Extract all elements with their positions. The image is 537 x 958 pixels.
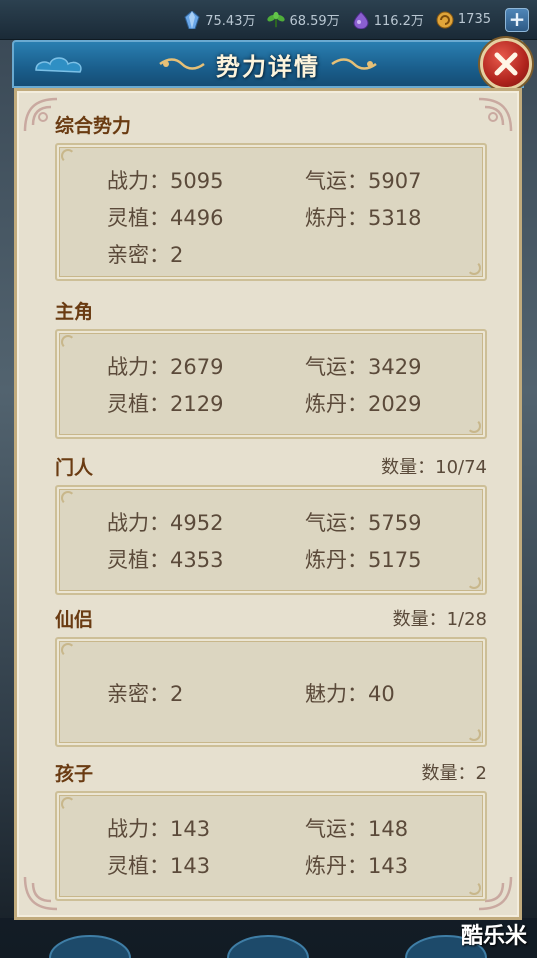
stat-combat: 战力：5095: [107, 168, 224, 193]
dialog-title-bar: 势力详情: [12, 40, 524, 88]
stats-box: 战力：5095 气运：5907 灵植：4496 炼丹：5318 亲密：2: [55, 143, 487, 281]
stat-alchemy: 炼丹：5318: [305, 205, 422, 230]
section-count: 数量：2: [421, 763, 487, 784]
section-protagonist: 主角 战力：2679 气运：3429 灵植：2129 炼丹：2029: [55, 297, 487, 439]
section-overall: 综合势力 战力：5095 气运：5907 灵植：4496 炼丹：5318 亲密：…: [55, 111, 487, 281]
herb-icon: [267, 11, 286, 29]
section-count: 数量：10/74: [381, 457, 487, 478]
add-resource-button[interactable]: +: [505, 7, 529, 32]
section-title: 仙侣: [55, 608, 94, 631]
close-icon: [494, 52, 518, 76]
close-button[interactable]: [480, 38, 532, 90]
resource-coin: 1735: [436, 11, 491, 29]
crystal-amount: 75.43万: [205, 14, 256, 29]
stat-combat: 战力：2679: [107, 354, 224, 379]
spirit-orb-icon: [352, 10, 370, 29]
details-panel: 综合势力 战力：5095 气运：5907 灵植：4496 炼丹：5318 亲密：…: [14, 88, 522, 920]
bottom-nav-hint: [49, 935, 487, 958]
stat-combat: 战力：143: [107, 816, 211, 841]
stats-box: 亲密：2 魅力：40: [55, 637, 487, 747]
section-title: 主角: [55, 300, 94, 323]
section-title: 综合势力: [55, 114, 132, 137]
stat-combat: 战力：4952: [107, 510, 224, 535]
herb-amount: 68.59万: [289, 14, 340, 29]
stats-box: 战力：2679 气运：3429 灵植：2129 炼丹：2029: [55, 329, 487, 439]
left-scroll-ornament-icon: [159, 58, 205, 70]
stat-charm: 魅力：40: [305, 681, 395, 706]
stat-alchemy: 炼丹：143: [305, 853, 409, 878]
stats-box: 战力：143 气运：148 灵植：143 炼丹：143: [55, 791, 487, 901]
right-scroll-ornament-icon: [331, 58, 377, 70]
dialog-title: 势力详情: [216, 52, 320, 81]
coin-amount: 1735: [457, 12, 491, 27]
watermark-logo: 酷乐米: [460, 924, 527, 949]
resource-bar: 75.43万 68.59万 116.2万 1735 +: [0, 0, 537, 40]
coin-icon: [436, 11, 454, 29]
stat-fortune: 气运：5907: [305, 168, 422, 193]
resource-spirit: 116.2万: [352, 10, 424, 29]
stat-planting: 灵植：4496: [107, 205, 224, 230]
stat-intimacy: 亲密：2: [107, 681, 184, 706]
stat-planting: 灵植：4353: [107, 547, 224, 572]
crystal-icon: [183, 10, 201, 29]
section-title: 孩子: [55, 762, 94, 785]
stat-planting: 灵植：143: [107, 853, 211, 878]
section-title: 门人: [55, 456, 94, 479]
stat-fortune: 气运：148: [305, 816, 409, 841]
cloud-ornament-icon: [35, 57, 82, 73]
section-partners: 仙侣 数量：1/28 亲密：2 魅力：40: [55, 605, 487, 747]
resource-crystal: 75.43万: [183, 10, 255, 29]
section-disciples: 门人 数量：10/74 战力：4952 气运：5759 灵植：4353 炼丹：5…: [55, 453, 487, 595]
stat-alchemy: 炼丹：5175: [305, 547, 422, 572]
stat-fortune: 气运：3429: [305, 354, 422, 379]
section-count: 数量：1/28: [392, 609, 487, 630]
section-children: 孩子 数量：2 战力：143 气运：148 灵植：143 炼丹：143: [55, 759, 487, 901]
stat-planting: 灵植：2129: [107, 391, 224, 416]
stat-alchemy: 炼丹：2029: [305, 391, 422, 416]
resource-herb: 68.59万: [267, 10, 340, 29]
stats-box: 战力：4952 气运：5759 灵植：4353 炼丹：5175: [55, 485, 487, 595]
stat-intimacy: 亲密：2: [107, 242, 184, 267]
spirit-amount: 116.2万: [373, 14, 424, 29]
stat-fortune: 气运：5759: [305, 510, 422, 535]
